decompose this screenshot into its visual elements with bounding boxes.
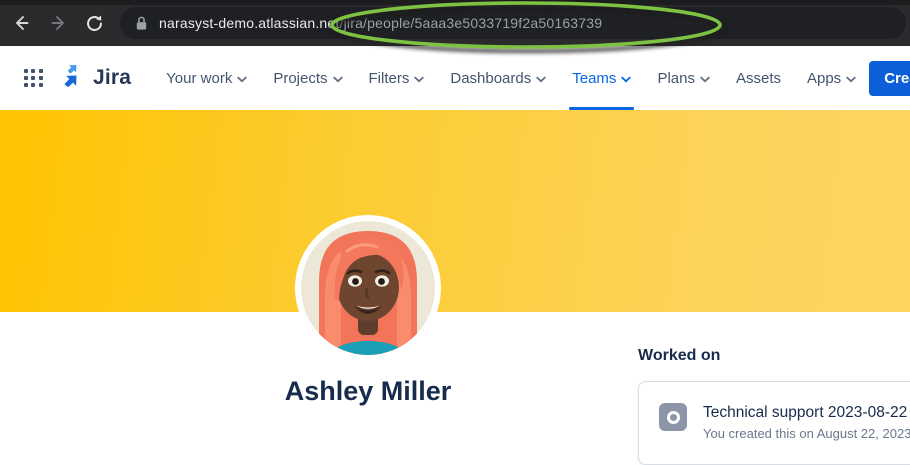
- nav-item-assets[interactable]: Assets: [723, 46, 794, 110]
- nav-item-label: Dashboards: [450, 70, 531, 87]
- jira-logo[interactable]: Jira: [61, 65, 131, 91]
- url-path: /jira/people/5aaa3e5033719f2a50163739: [340, 15, 603, 31]
- worked-on-item[interactable]: Technical support 2023-08-22 You created…: [639, 382, 910, 464]
- app-navigation: Jira Your work Projects Filters Dashboar…: [0, 46, 910, 110]
- url-bar[interactable]: narasyst-demo.atlassian.net/jira/people/…: [120, 7, 906, 39]
- profile-name: Ashley Miller: [218, 376, 518, 407]
- avatar[interactable]: [295, 215, 441, 361]
- nav-item-label: Filters: [369, 70, 410, 87]
- nav-item-label: Apps: [807, 70, 841, 87]
- profile-cover-banner: [0, 110, 910, 312]
- nav-item-plans[interactable]: Plans: [644, 46, 723, 110]
- forward-icon[interactable]: [44, 9, 72, 37]
- back-icon[interactable]: [8, 9, 36, 37]
- nav-item-teams[interactable]: Teams: [559, 46, 644, 110]
- chevron-down-icon: [333, 76, 343, 83]
- chevron-down-icon: [237, 76, 247, 83]
- jira-logo-text: Jira: [93, 66, 131, 90]
- refresh-icon[interactable]: [80, 9, 108, 37]
- nav-item-label: Teams: [572, 70, 616, 87]
- chevron-down-icon: [414, 76, 424, 83]
- app-switcher-icon[interactable]: [24, 69, 43, 88]
- worked-on-card: Technical support 2023-08-22 You created…: [638, 381, 910, 465]
- nav-item-dashboards[interactable]: Dashboards: [437, 46, 559, 110]
- nav-item-label: Plans: [657, 70, 695, 87]
- url-host: narasyst-demo.atlassian.net: [159, 15, 340, 31]
- avatar-illustration: [301, 221, 435, 355]
- nav-item-label: Projects: [273, 70, 327, 87]
- chevron-down-icon: [536, 76, 546, 83]
- nav-item-apps[interactable]: Apps: [794, 46, 869, 110]
- nav-menu: Your work Projects Filters Dashboards Te…: [153, 46, 869, 110]
- url-text: narasyst-demo.atlassian.net/jira/people/…: [159, 15, 602, 31]
- nav-item-label: Assets: [736, 70, 781, 87]
- jira-people-profile-page: { "browser": { "back_icon": "back-arrow"…: [0, 0, 910, 427]
- jira-logo-icon: [61, 65, 87, 91]
- worked-on-item-title[interactable]: Technical support 2023-08-22: [703, 404, 907, 422]
- chevron-down-icon: [846, 76, 856, 83]
- nav-item-filters[interactable]: Filters: [356, 46, 438, 110]
- nav-item-your-work[interactable]: Your work: [153, 46, 260, 110]
- worked-on-item-subtitle: You created this on August 22, 2023: [703, 426, 910, 441]
- padlock-icon: [134, 15, 149, 31]
- nav-item-label: Your work: [166, 70, 232, 87]
- nav-item-projects[interactable]: Projects: [260, 46, 355, 110]
- worked-on-heading: Worked on: [638, 347, 720, 365]
- browser-chrome: narasyst-demo.atlassian.net/jira/people/…: [0, 0, 910, 46]
- chevron-down-icon: [700, 76, 710, 83]
- chevron-down-icon: [621, 76, 631, 83]
- create-button[interactable]: Create: [869, 61, 910, 96]
